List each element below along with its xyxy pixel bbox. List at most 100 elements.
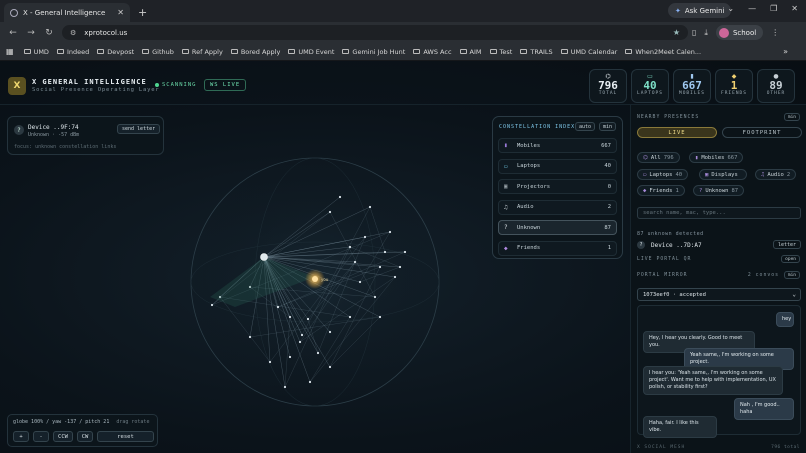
mirror-min-button[interactable]: min (783, 271, 800, 279)
bookmark-item[interactable]: Indeed (56, 48, 89, 56)
presence-search-input[interactable]: search name, mac, type... (637, 207, 801, 219)
ask-gemini-button[interactable]: ✦ Ask Gemini (668, 3, 732, 18)
device-node[interactable] (276, 305, 280, 309)
presence-globe[interactable]: you (190, 157, 440, 407)
bookmark-item[interactable]: TRAILS (520, 48, 553, 56)
bookmark-item[interactable]: UMD (23, 48, 49, 56)
bookmark-item[interactable]: Devpost (97, 48, 134, 56)
nearby-min-button[interactable]: min (783, 113, 800, 121)
device-node[interactable] (378, 265, 382, 269)
zoom-out-button[interactable]: - (33, 431, 49, 442)
close-tab-icon[interactable]: ✕ (117, 8, 124, 17)
menu-kebab-icon[interactable]: ⋮ (771, 28, 779, 37)
chevron-down-icon[interactable]: ⌄ (727, 4, 734, 13)
portal-open-button[interactable]: open (781, 255, 800, 263)
device-node[interactable] (358, 280, 362, 284)
device-node[interactable] (393, 275, 397, 279)
friend-node[interactable] (312, 276, 318, 282)
self-node[interactable] (260, 253, 268, 261)
device-node[interactable] (348, 245, 352, 249)
download-icon[interactable]: ⤓ (704, 28, 708, 38)
device-node[interactable] (288, 315, 292, 319)
bookmark-item[interactable]: UMD Event (288, 48, 334, 56)
device-node[interactable] (308, 380, 312, 384)
close-window-icon[interactable]: ✕ (791, 4, 798, 13)
bookmark-item[interactable]: Test (489, 48, 512, 56)
constellation-row-projectors[interactable]: ▣ Projectors 0 (498, 179, 617, 194)
device-node[interactable] (383, 250, 387, 254)
reset-button[interactable]: reset (97, 431, 154, 442)
bookmark-item[interactable]: AWS Acc (413, 48, 452, 56)
minimize-icon[interactable]: — (748, 4, 756, 13)
filter-chip-friends[interactable]: ◆ Friends 1 (637, 185, 685, 196)
device-node[interactable] (248, 335, 252, 339)
device-node[interactable] (328, 365, 332, 369)
filter-chip-audio[interactable]: ♫ Audio 2 (755, 169, 797, 180)
zoom-in-button[interactable]: + (13, 431, 29, 442)
site-settings-icon[interactable]: ⚙ (70, 29, 76, 37)
device-node[interactable] (328, 210, 332, 214)
filter-chip-unknown[interactable]: ? Unknown 87 (693, 185, 745, 196)
device-node[interactable] (306, 317, 310, 321)
back-icon[interactable]: ← (4, 28, 22, 38)
unknown-device-row[interactable]: ? Device ..7D:A7 letter (637, 240, 801, 250)
filter-chip-all[interactable]: ⌬ All 796 (637, 152, 680, 163)
constellation-row-mobiles[interactable]: ▮ Mobiles 667 (498, 138, 617, 153)
device-node[interactable] (353, 260, 357, 264)
device-node[interactable] (373, 295, 377, 299)
device-node[interactable] (283, 385, 287, 389)
forward-icon[interactable]: → (22, 28, 40, 38)
min-button[interactable]: min (599, 122, 617, 131)
bookmark-item[interactable]: Github (142, 48, 174, 56)
constellation-row-laptops[interactable]: ▭ Laptops 40 (498, 158, 617, 174)
more-bookmarks-icon[interactable]: » (783, 47, 788, 56)
device-node[interactable] (378, 315, 382, 319)
rotate-cw-button[interactable]: CW (77, 431, 93, 442)
bookmark-item[interactable]: Ref Apply (181, 48, 223, 56)
device-node[interactable] (316, 351, 320, 355)
address-bar[interactable]: ⚙ xprotocol.us ★ (62, 25, 688, 40)
device-node[interactable] (268, 360, 272, 364)
constellation-row-audio[interactable]: ♫ Audio 2 (498, 199, 617, 215)
auto-button[interactable]: auto (575, 122, 596, 131)
rotate-ccw-button[interactable]: CCW (53, 431, 73, 442)
apps-grid-icon[interactable]: ▦ (6, 47, 14, 56)
device-node[interactable] (328, 330, 332, 334)
bookmark-item[interactable]: Bored Apply (230, 48, 280, 56)
filter-chip-mobiles[interactable]: ▮ Mobiles 667 (689, 152, 744, 163)
bookmark-item[interactable]: When2Meet Calen... (625, 48, 701, 56)
conversation-select[interactable]: 1073eef0 · accepted ⌄ (637, 288, 801, 301)
bookmark-item[interactable]: UMD Calendar (560, 48, 617, 56)
reload-icon[interactable]: ↻ (40, 28, 58, 38)
filter-chip-laptops[interactable]: ▭ Laptops 40 (637, 169, 689, 180)
footprint-toggle[interactable]: FOOTPRINT (722, 127, 802, 138)
send-letter-button[interactable]: send letter (117, 124, 161, 134)
new-tab-button[interactable]: + (138, 6, 147, 19)
maximize-icon[interactable]: ❐ (770, 4, 777, 13)
bookmark-item[interactable]: AIM (459, 48, 482, 56)
browser-tab[interactable]: X - General Intelligence ✕ (4, 3, 130, 22)
device-node[interactable] (210, 303, 214, 307)
device-node[interactable] (300, 333, 304, 337)
device-node[interactable] (403, 250, 407, 254)
bookmark-star-icon[interactable]: ★ (673, 28, 680, 37)
device-node[interactable] (398, 265, 402, 269)
profile-button[interactable]: School (715, 25, 764, 40)
sparkle-icon: ✦ (675, 6, 681, 15)
device-node[interactable] (288, 355, 292, 359)
device-node[interactable] (388, 230, 392, 234)
letter-button[interactable]: letter (772, 240, 801, 249)
live-toggle[interactable]: LIVE (637, 127, 717, 138)
device-node[interactable] (363, 235, 367, 239)
sidepanel-icon[interactable]: ▯ (692, 28, 696, 37)
app-canvas[interactable]: X X GENERAL INTELLIGENCE Social Presence… (0, 61, 806, 453)
device-node[interactable] (368, 205, 372, 209)
device-node[interactable] (348, 315, 352, 319)
filter-chip-displays[interactable]: ▣ Displays (699, 169, 747, 180)
constellation-row-unknown[interactable]: ? Unknown 87 (498, 220, 617, 235)
chat-log[interactable]: hey Hey, I hear you clearly. Good to meet… (637, 305, 801, 438)
bookmark-item[interactable]: Gemini Job Hunt (342, 48, 405, 56)
device-node[interactable] (298, 340, 302, 344)
device-node[interactable] (338, 195, 342, 199)
constellation-row-friends[interactable]: ◆ Friends 1 (498, 240, 617, 256)
